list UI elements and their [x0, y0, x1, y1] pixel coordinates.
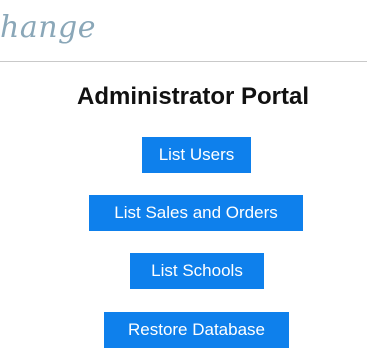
header-divider — [0, 61, 367, 62]
list-schools-button[interactable]: List Schools — [130, 253, 264, 289]
list-users-button[interactable]: List Users — [142, 137, 251, 173]
page-title: Administrator Portal — [76, 83, 310, 110]
app-logo[interactable]: hange — [0, 8, 96, 48]
list-sales-orders-button[interactable]: List Sales and Orders — [89, 195, 303, 231]
restore-database-button[interactable]: Restore Database — [104, 312, 289, 348]
